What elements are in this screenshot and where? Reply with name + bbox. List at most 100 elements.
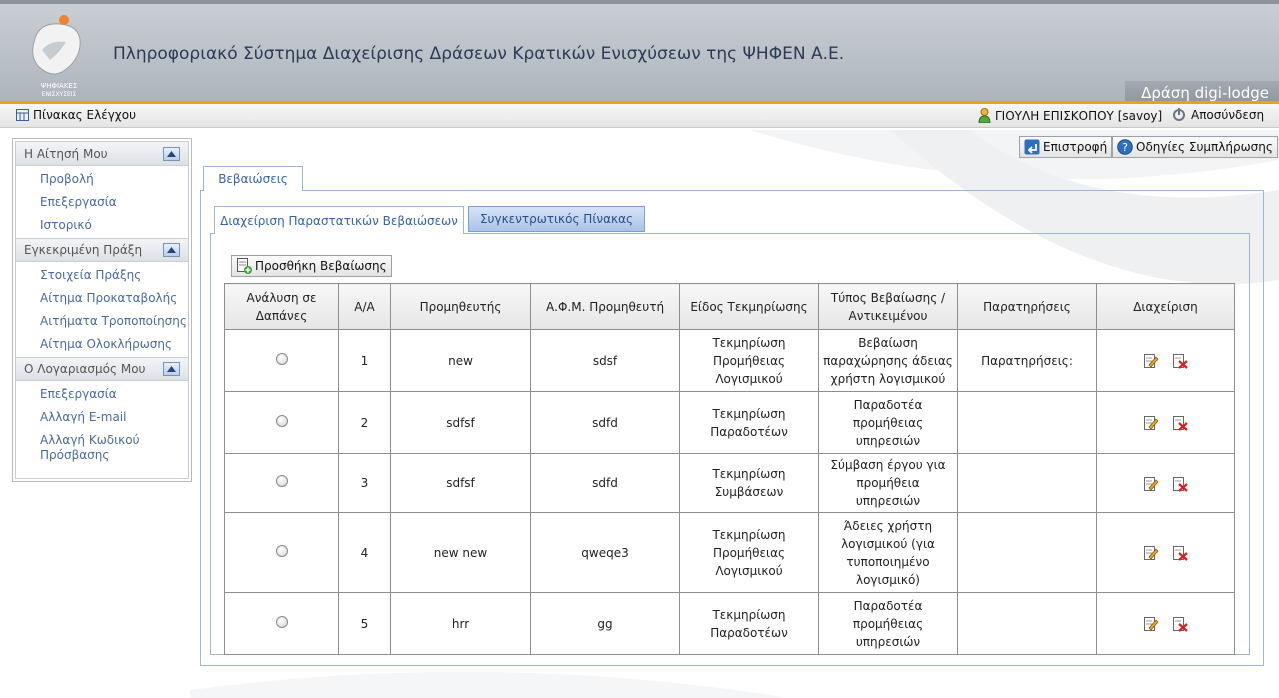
help-icon: ? [1117, 139, 1133, 155]
edit-icon[interactable] [1143, 353, 1159, 369]
sidebar-item-view[interactable]: Προβολή [16, 166, 188, 191]
expense-analysis-radio[interactable] [275, 544, 288, 557]
table-row: 2 sdfsf sdfd Τεκμηρίωση Παραδοτέων Παραδ… [224, 391, 1235, 454]
sidebar-section-title: Ο Λογαριασμός Μου [24, 362, 146, 376]
sidebar-item-action-details[interactable]: Στοιχεία Πράξης [16, 262, 188, 287]
delete-icon[interactable] [1172, 616, 1189, 632]
add-document-icon [237, 258, 252, 274]
cell-aa: 4 [338, 512, 391, 593]
tab-summary-table[interactable]: Συγκεντρωτικός Πίνακας [468, 206, 645, 232]
certificates-table: Ανάλυση σε Δαπάνες Α/Α Προμηθευτής Α.Φ.Μ… [224, 283, 1235, 655]
column-header: Α/Α [338, 283, 391, 330]
top-bar: Πίνακας Ελέγχου ΓΙΟΥΛΗ ΕΠΙΣΚΟΠΟΥ [savoy]… [0, 104, 1279, 128]
sidebar-item-modification-requests[interactable]: Αιτήματα Τροποποίησης [16, 310, 188, 333]
cell-doc-type: Τεκμηρίωση Προμήθειας Λογισμικού [679, 329, 819, 392]
cell-supplier: sdfsf [390, 391, 531, 454]
expense-analysis-radio[interactable] [275, 352, 288, 365]
cell-cert-type: Σύμβαση έργου για προμήθεια υπηρεσιών [818, 453, 958, 513]
tab-certificates[interactable]: Βεβαιώσεις [203, 166, 303, 191]
delete-icon[interactable] [1172, 545, 1189, 561]
cell-notes [957, 453, 1097, 513]
expense-analysis-radio[interactable] [275, 615, 288, 628]
edit-icon[interactable] [1143, 415, 1159, 431]
svg-text:?: ? [1122, 141, 1128, 154]
system-title: Πληροφοριακό Σύστημα Διαχείρισης Δράσεων… [113, 44, 845, 64]
cell-supplier: sdfsf [390, 453, 531, 513]
collapse-up-icon[interactable] [163, 243, 180, 257]
guide-button[interactable]: ? Οδηγίες Συμπλήρωσης [1112, 136, 1278, 158]
cell-notes [957, 391, 1097, 454]
cell-afm: sdfd [530, 391, 680, 454]
table-row: 4 new new qweqe3 Τεκμηρίωση Προμήθειας Λ… [224, 512, 1235, 593]
add-certificate-label: Προσθήκη Βεβαίωσης [255, 259, 387, 273]
cell-supplier: new new [390, 512, 531, 593]
back-button[interactable]: Επιστροφή [1019, 136, 1113, 158]
sidebar-item-completion-request[interactable]: Αίτημα Ολοκλήρωσης [16, 333, 188, 357]
cell-cert-type: Βεβαίωση παραχώρησης άδειας χρήστη λογισ… [818, 329, 958, 392]
sidebar-item-advance-request[interactable]: Αίτημα Προκαταβολής [16, 287, 188, 310]
add-certificate-button[interactable]: Προσθήκη Βεβαίωσης [231, 255, 392, 277]
logout-icon [1173, 108, 1185, 121]
sidebar-item-edit[interactable]: Επεξεργασία [16, 191, 188, 214]
expense-analysis-radio[interactable] [275, 475, 288, 487]
cell-supplier: hrr [390, 592, 531, 655]
cell-supplier: new [390, 329, 531, 392]
column-header: Παρατηρήσεις [957, 283, 1097, 330]
edit-icon[interactable] [1143, 616, 1159, 632]
column-header: Τύπος Βεβαίωσης / Αντικειμένου [818, 283, 958, 330]
table-row: 3 sdfsf sdfd Τεκμηρίωση Συμβάσεων Σύμβασ… [224, 453, 1235, 513]
tab-manage-certificates[interactable]: Διαχείριση Παραστατικών Βεβαιώσεων [214, 206, 464, 234]
delete-icon[interactable] [1172, 476, 1189, 492]
dashboard-link[interactable]: Πίνακας Ελέγχου [16, 108, 136, 122]
sidebar-section-title: Η Αίτησή Μου [24, 146, 108, 161]
cell-actions [1096, 512, 1235, 593]
column-header: Προμηθευτής [390, 283, 531, 330]
expense-analysis-radio[interactable] [275, 414, 288, 427]
cell-aa: 2 [338, 391, 391, 454]
sidebar-section-approved-action[interactable]: Εγκεκριμένη Πράξη [16, 238, 188, 262]
collapse-up-icon[interactable] [163, 146, 180, 161]
user-name: ΓΙΟΥΛΗ ΕΠΙΣΚΟΠΟΥ [savoy] [995, 108, 1163, 123]
cell-actions [1096, 592, 1235, 655]
cell-cert-type: Παραδοτέα προμήθειας υπηρεσιών [818, 592, 958, 655]
cell-afm: qweqe3 [530, 512, 680, 593]
column-header: Α.Φ.Μ. Προμηθευτή [530, 283, 680, 330]
cell-actions [1096, 453, 1235, 513]
logout-label: Αποσύνδεση [1191, 108, 1265, 122]
delete-icon[interactable] [1172, 415, 1189, 431]
edit-icon[interactable] [1143, 476, 1159, 492]
guide-label: Οδηγίες Συμπλήρωσης [1136, 140, 1273, 154]
sidebar-item-change-email[interactable]: Αλλαγή E-mail [16, 406, 188, 429]
site-header: ΨΗΦΙΑΚΕΣ ΕΝΙΣΧΥΣΕΙΣ Πληροφοριακό Σύστημα… [0, 0, 1279, 105]
sidebar-item-account-edit[interactable]: Επεξεργασία [16, 381, 188, 406]
edit-icon[interactable] [1143, 545, 1159, 561]
cell-aa: 3 [338, 453, 391, 513]
sidebar-item-change-password[interactable]: Αλλαγή Κωδικού Πρόσβασης [16, 429, 146, 467]
sidebar-item-history[interactable]: Ιστορικό [16, 214, 188, 238]
cell-doc-type: Τεκμηρίωση Παραδοτέων [679, 391, 819, 454]
sidebar-section-my-application[interactable]: Η Αίτησή Μου [16, 142, 188, 166]
logo-text-2: ΕΝΙΣΧΥΣΕΙΣ [42, 91, 77, 98]
back-arrow-icon [1024, 139, 1040, 155]
collapse-up-icon[interactable] [163, 362, 180, 376]
cell-doc-type: Τεκμηρίωση Συμβάσεων [679, 453, 819, 513]
column-header: Είδος Τεκμηρίωσης [679, 283, 819, 330]
digital-grants-logo: ΨΗΦΙΑΚΕΣ ΕΝΙΣΧΥΣΕΙΣ [32, 15, 81, 98]
sidebar: Η Αίτησή Μου Προβολή Επεξεργασία Ιστορικ… [12, 138, 192, 482]
logout-link[interactable]: Αποσύνδεση [1172, 108, 1264, 122]
sidebar-section-my-account[interactable]: Ο Λογαριασμός Μου [16, 357, 188, 381]
cell-afm: sdsf [530, 329, 680, 392]
cell-notes [957, 592, 1097, 655]
cell-doc-type: Τεκμηρίωση Παραδοτέων [679, 592, 819, 655]
column-header: Διαχείριση [1096, 283, 1235, 330]
table-row: 1 new sdsf Τεκμηρίωση Προμήθειας Λογισμι… [224, 329, 1235, 392]
cell-cert-type: Παραδοτέα προμήθειας υπηρεσιών [818, 391, 958, 454]
cell-afm: gg [530, 592, 680, 655]
cell-cert-type: Άδειες χρήστη λογισμικού (για τυποποιημέ… [818, 512, 958, 593]
delete-icon[interactable] [1172, 353, 1189, 369]
cell-afm: sdfd [530, 453, 680, 513]
user-info: ΓΙΟΥΛΗ ΕΠΙΣΚΟΠΟΥ [savoy] [978, 108, 1162, 123]
cell-aa: 1 [338, 329, 391, 392]
table-row: 5 hrr gg Τεκμηρίωση Παραδοτέων Παραδοτέα… [224, 592, 1235, 655]
cell-notes [957, 512, 1097, 593]
